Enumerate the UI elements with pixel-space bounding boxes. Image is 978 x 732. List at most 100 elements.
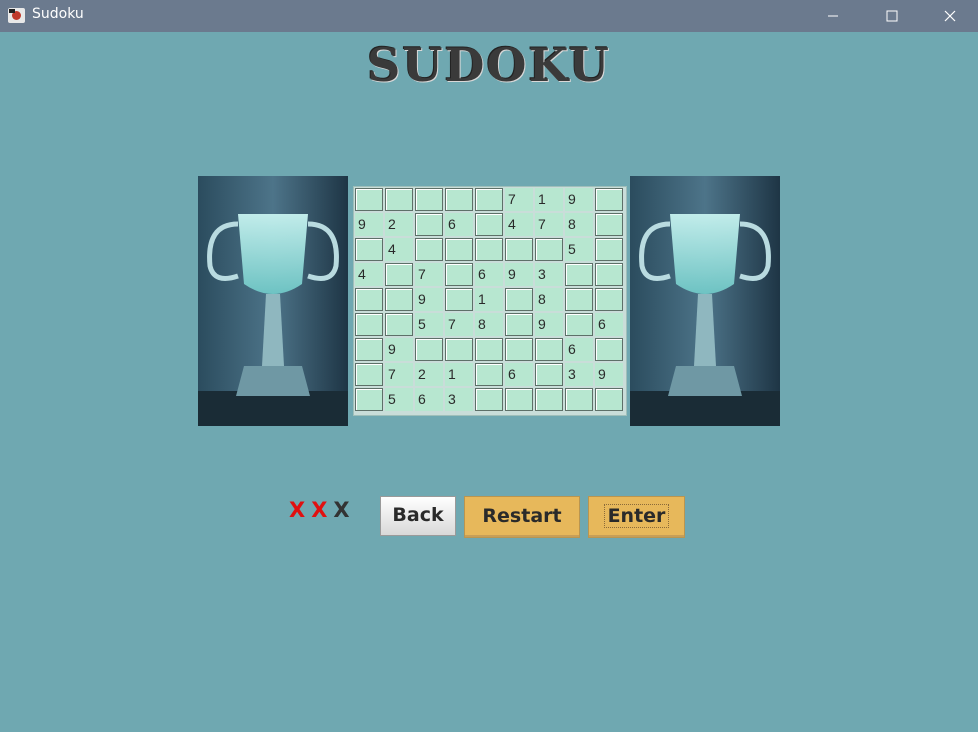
minimize-button[interactable] (805, 0, 861, 32)
sudoku-cell[interactable]: 3 (535, 263, 563, 286)
sudoku-cell[interactable]: 8 (475, 313, 503, 336)
sudoku-cell[interactable] (505, 288, 533, 311)
trophy-image-left (198, 176, 348, 426)
sudoku-cell[interactable]: 7 (535, 213, 563, 236)
sudoku-grid: 71992647845476939185789696721639563 (353, 186, 627, 416)
sudoku-cell[interactable] (355, 363, 383, 386)
sudoku-cell[interactable]: 2 (415, 363, 443, 386)
sudoku-cell[interactable]: 9 (595, 363, 623, 386)
sudoku-cell[interactable]: 4 (505, 213, 533, 236)
sudoku-cell[interactable]: 7 (385, 363, 413, 386)
sudoku-cell[interactable] (595, 213, 623, 236)
sudoku-cell[interactable] (535, 363, 563, 386)
sudoku-cell[interactable] (505, 313, 533, 336)
sudoku-cell[interactable]: 6 (475, 263, 503, 286)
maximize-icon (886, 10, 898, 22)
sudoku-cell[interactable] (535, 338, 563, 361)
sudoku-cell[interactable] (355, 188, 383, 211)
sudoku-cell[interactable] (475, 338, 503, 361)
sudoku-cell[interactable] (505, 238, 533, 261)
sudoku-cell[interactable] (355, 288, 383, 311)
mistake-marks: XXX (289, 498, 356, 522)
page-title: SUDOKU (367, 38, 611, 92)
sudoku-cell[interactable]: 3 (565, 363, 593, 386)
sudoku-cell[interactable] (595, 263, 623, 286)
app-icon (8, 8, 25, 23)
sudoku-cell[interactable]: 7 (415, 263, 443, 286)
sudoku-cell[interactable] (475, 213, 503, 236)
sudoku-cell[interactable] (535, 388, 563, 411)
enter-button[interactable]: Enter (588, 496, 685, 538)
sudoku-cell[interactable]: 6 (415, 388, 443, 411)
sudoku-cell[interactable] (445, 188, 473, 211)
sudoku-cell[interactable]: 5 (415, 313, 443, 336)
sudoku-cell[interactable] (355, 388, 383, 411)
sudoku-cell[interactable] (415, 338, 443, 361)
sudoku-cell[interactable]: 1 (475, 288, 503, 311)
sudoku-cell[interactable]: 7 (505, 188, 533, 211)
sudoku-cell[interactable]: 6 (595, 313, 623, 336)
maximize-button[interactable] (864, 0, 920, 32)
close-button[interactable] (922, 0, 978, 32)
sudoku-cell[interactable]: 6 (505, 363, 533, 386)
sudoku-cell[interactable] (565, 288, 593, 311)
mistake-mark: X (333, 498, 350, 522)
sudoku-cell[interactable] (535, 238, 563, 261)
sudoku-cell[interactable]: 3 (445, 388, 473, 411)
sudoku-cell[interactable]: 8 (565, 213, 593, 236)
sudoku-cell[interactable] (475, 388, 503, 411)
sudoku-cell[interactable]: 7 (445, 313, 473, 336)
sudoku-cell[interactable] (505, 338, 533, 361)
mistake-mark: X (289, 498, 306, 522)
sudoku-cell[interactable] (385, 188, 413, 211)
sudoku-cell[interactable] (565, 313, 593, 336)
sudoku-cell[interactable]: 5 (565, 238, 593, 261)
sudoku-cell[interactable] (475, 238, 503, 261)
trophy-image-right (630, 176, 780, 426)
sudoku-cell[interactable]: 4 (385, 238, 413, 261)
sudoku-cell[interactable] (355, 338, 383, 361)
back-button[interactable]: Back (380, 496, 456, 536)
sudoku-cell[interactable] (355, 313, 383, 336)
sudoku-cell[interactable]: 1 (445, 363, 473, 386)
sudoku-cell[interactable] (595, 288, 623, 311)
sudoku-cell[interactable] (445, 338, 473, 361)
sudoku-cell[interactable] (445, 238, 473, 261)
sudoku-cell[interactable] (415, 238, 443, 261)
sudoku-cell[interactable] (445, 288, 473, 311)
sudoku-cell[interactable]: 1 (535, 188, 563, 211)
sudoku-cell[interactable] (565, 388, 593, 411)
sudoku-cell[interactable]: 9 (535, 313, 563, 336)
sudoku-cell[interactable] (475, 363, 503, 386)
sudoku-cell[interactable] (385, 288, 413, 311)
mistake-mark: X (311, 498, 328, 522)
sudoku-cell[interactable] (415, 213, 443, 236)
restart-button[interactable]: Restart (464, 496, 580, 538)
sudoku-cell[interactable] (595, 338, 623, 361)
sudoku-cell[interactable] (385, 263, 413, 286)
sudoku-cell[interactable]: 9 (385, 338, 413, 361)
sudoku-cell[interactable]: 9 (415, 288, 443, 311)
sudoku-cell[interactable] (595, 238, 623, 261)
sudoku-cell[interactable] (355, 238, 383, 261)
sudoku-cell[interactable]: 8 (535, 288, 563, 311)
window-title: Sudoku (32, 6, 84, 22)
sudoku-cell[interactable]: 4 (355, 263, 383, 286)
sudoku-cell[interactable]: 9 (505, 263, 533, 286)
sudoku-cell[interactable] (385, 313, 413, 336)
sudoku-cell[interactable] (445, 263, 473, 286)
sudoku-cell[interactable]: 2 (385, 213, 413, 236)
sudoku-cell[interactable] (565, 263, 593, 286)
sudoku-cell[interactable] (595, 388, 623, 411)
sudoku-cell[interactable] (415, 188, 443, 211)
sudoku-cell[interactable] (475, 188, 503, 211)
sudoku-cell[interactable]: 9 (355, 213, 383, 236)
close-icon (944, 10, 956, 22)
sudoku-cell[interactable] (595, 188, 623, 211)
sudoku-cell[interactable]: 6 (565, 338, 593, 361)
sudoku-cell[interactable]: 5 (385, 388, 413, 411)
sudoku-cell[interactable] (505, 388, 533, 411)
enter-button-label: Enter (603, 504, 670, 528)
sudoku-cell[interactable]: 9 (565, 188, 593, 211)
sudoku-cell[interactable]: 6 (445, 213, 473, 236)
